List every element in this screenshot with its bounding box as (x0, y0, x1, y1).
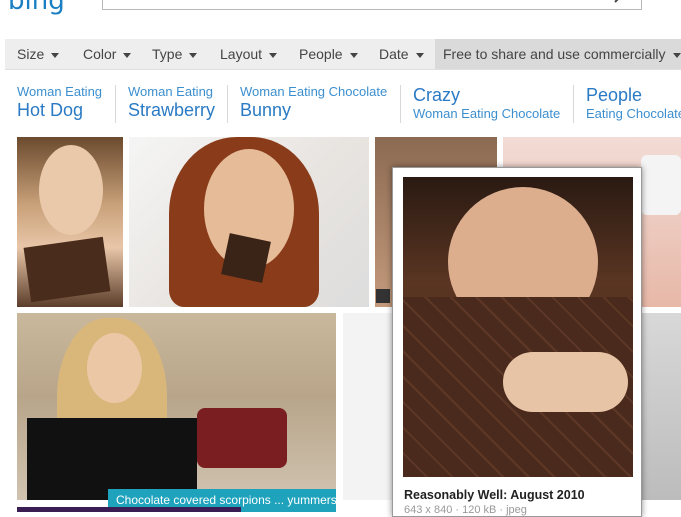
chevron-down-icon (123, 52, 132, 58)
filter-color[interactable]: Color (83, 39, 132, 69)
filter-people[interactable]: People (299, 39, 358, 69)
image-preview-card[interactable]: Reasonably Well: August 2010 643 x 840 ·… (392, 167, 642, 517)
hand-shape (503, 352, 628, 412)
image-result[interactable] (17, 507, 241, 512)
search-icon[interactable] (611, 0, 627, 3)
chevron-down-icon (189, 52, 198, 58)
preview-image[interactable] (403, 177, 633, 477)
divider (115, 85, 116, 123)
chevron-down-icon (269, 52, 278, 58)
divider (227, 85, 228, 123)
filter-type[interactable]: Type (152, 39, 198, 69)
chocolate-shape (23, 236, 111, 303)
filter-label: Layout (220, 46, 263, 62)
filter-label: Date (379, 46, 409, 62)
filter-label: Type (152, 46, 183, 62)
related-big-label: Hot Dog (17, 100, 84, 120)
related-small-label: Woman Eating (128, 84, 214, 99)
face-shape (39, 145, 103, 235)
chevron-down-icon (51, 52, 60, 58)
filter-label: Size (17, 46, 45, 62)
search-input[interactable] (102, 0, 642, 10)
divider (573, 85, 574, 123)
related-small-label: Woman Eating Chocolate (240, 84, 388, 99)
related-big-label: Bunny (240, 100, 292, 120)
image-result[interactable] (129, 137, 369, 307)
chevron-down-icon (672, 52, 681, 58)
related-search-crazy[interactable]: Crazy Woman Eating Chocolate (413, 84, 560, 128)
image-result[interactable] (17, 313, 336, 500)
filter-label: Color (83, 46, 117, 62)
filter-date[interactable]: Date (379, 39, 424, 69)
filter-bar: Size Color Type Layout People Date Free … (5, 39, 681, 70)
chair-shape (197, 408, 287, 468)
bing-logo[interactable]: bing (8, 0, 65, 16)
related-big-label: Strawberry (128, 100, 216, 120)
expand-icon[interactable] (376, 289, 390, 303)
related-search-strawberry[interactable]: Woman Eating Strawberry (128, 84, 215, 128)
chevron-down-icon (349, 52, 358, 58)
filter-layout[interactable]: Layout (220, 39, 278, 69)
related-small-label: Woman Eating (17, 84, 103, 99)
chocolate-shape (221, 233, 271, 283)
related-search-bunny[interactable]: Woman Eating Chocolate Bunny (240, 84, 387, 128)
image-result[interactable] (343, 313, 393, 500)
related-big-label: Crazy (413, 85, 461, 105)
chevron-down-icon (415, 52, 424, 58)
clothing-shape (27, 418, 197, 500)
filter-label: Free to share and use commercially (443, 46, 666, 62)
filter-label: People (299, 46, 343, 62)
filter-license[interactable]: Free to share and use commercially (435, 39, 681, 69)
filter-size[interactable]: Size (17, 39, 60, 69)
image-result[interactable] (17, 137, 123, 307)
wrapper-shape (641, 155, 681, 215)
related-small-label: Woman Eating Chocolate (413, 106, 561, 121)
preview-meta: 643 x 840 · 120 kB · jpeg (404, 504, 527, 516)
preview-title[interactable]: Reasonably Well: August 2010 (404, 488, 585, 502)
related-small-label: Eating Chocolate (586, 106, 681, 121)
face-shape (87, 333, 142, 403)
image-result[interactable] (642, 313, 681, 500)
related-search-hot-dog[interactable]: Woman Eating Hot Dog (17, 84, 102, 128)
divider (400, 85, 401, 123)
related-big-label: People (586, 85, 643, 105)
related-search-people[interactable]: People Eating Chocolate (586, 84, 681, 128)
